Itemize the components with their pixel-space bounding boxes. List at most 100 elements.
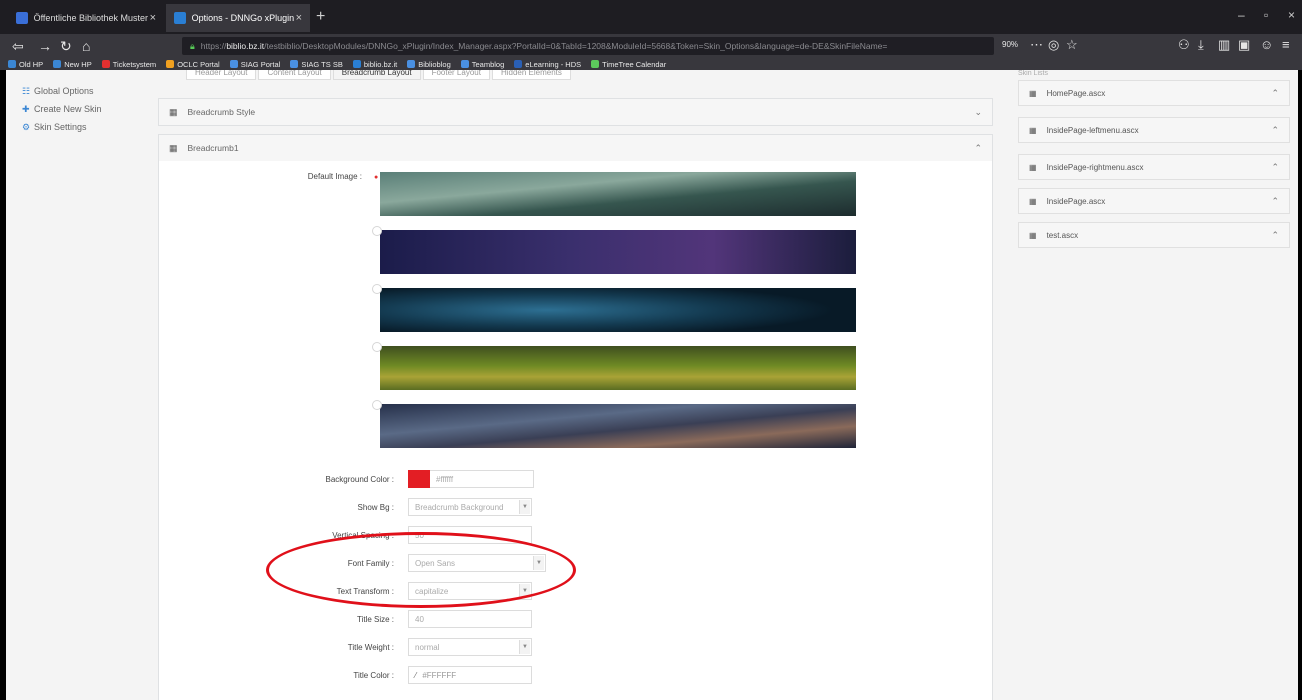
file-icon: ▦ <box>1029 196 1037 206</box>
skin-file-item[interactable]: ▦ InsidePage-leftmenu.ascx ⌃ <box>1018 117 1290 143</box>
browser-tab-bar: Öffentliche Bibliothek Muster × Options … <box>0 0 1302 34</box>
chevron-up-icon[interactable]: ⌃ <box>1271 230 1279 241</box>
menu-icon[interactable]: ≡ <box>1282 37 1290 52</box>
show-bg-label: Show Bg : <box>357 502 394 512</box>
address-bar[interactable]: 🔒︎ https:// biblio.bz.it /testbiblio/Des… <box>182 37 994 55</box>
download-icon[interactable]: ⤓ <box>1198 37 1204 53</box>
browser-tab-options[interactable]: Options - DNNGo xPlugin - xF × <box>166 4 310 32</box>
show-bg-row: Show Bg : Breadcrumb Background ▼ <box>298 498 532 516</box>
home-icon[interactable]: ⌂ <box>82 37 90 55</box>
bg-image-option-3[interactable] <box>372 284 856 332</box>
bg-image-radio[interactable] <box>372 400 382 410</box>
title-color-input[interactable]: ⁄ #FFFFFF <box>408 666 532 684</box>
bookmark-item[interactable]: TimeTree Calendar <box>591 60 666 69</box>
bookmark-label: Teamblog <box>471 59 505 69</box>
chevron-up-icon[interactable]: ⌃ <box>1271 162 1279 173</box>
chevron-up-icon[interactable]: ⌃ <box>1271 125 1279 136</box>
pocket-icon[interactable]: ◎ <box>1048 37 1059 53</box>
page-actions-icon[interactable]: ⋯ <box>1030 37 1043 53</box>
bookmark-item[interactable]: New HP <box>53 60 92 69</box>
chevron-down-icon[interactable]: ▼ <box>519 640 530 654</box>
bookmark-item[interactable]: SIAG TS SB <box>290 60 343 69</box>
tab-content-layout[interactable]: Content Layout <box>258 70 331 80</box>
bg-image-radio[interactable] <box>372 284 382 294</box>
tab-footer-layout[interactable]: Footer Layout <box>422 70 490 80</box>
bookmark-item[interactable]: Teamblog <box>460 59 505 69</box>
file-icon: ▦ <box>1029 88 1037 98</box>
chevron-down-icon[interactable]: ▼ <box>519 584 530 598</box>
chevron-down-icon[interactable]: ▼ <box>533 556 544 570</box>
new-tab-button[interactable]: + <box>316 8 325 26</box>
default-image-label: Default Image : <box>307 172 362 181</box>
extension-icon[interactable]: ⚇ <box>1178 37 1190 53</box>
zoom-level[interactable]: 90% <box>1002 40 1018 49</box>
tab-header-layout[interactable]: Header Layout <box>186 70 257 80</box>
background-color-input[interactable]: #ffffff <box>430 470 534 488</box>
breadcrumb1-header[interactable]: ▦ Breadcrumb1 ⌃ <box>159 135 992 161</box>
chevron-up-icon[interactable]: ⌃ <box>1271 196 1279 207</box>
skin-file-item[interactable]: ▦ InsidePage-rightmenu.ascx ⌃ <box>1018 154 1290 180</box>
chevron-up-icon[interactable]: ⌃ <box>1271 88 1279 99</box>
bookmark-item[interactable]: Biblioblog <box>407 60 451 69</box>
browser-tab-label: Options - DNNGo xPlugin - xF <box>191 13 296 23</box>
selected-marker-icon[interactable]: ● <box>374 174 378 181</box>
title-weight-value: normal <box>415 642 440 652</box>
bookmark-star-icon[interactable]: ☆ <box>1066 37 1078 53</box>
skin-list-header: Skin Lists <box>1018 70 1048 77</box>
sidebar-item-skin-settings[interactable]: ⚙ Skin Settings <box>22 118 102 136</box>
chevron-down-icon[interactable]: ▼ <box>519 500 530 514</box>
bg-image-option-4[interactable] <box>372 342 856 390</box>
bookmark-item[interactable]: OCLC Portal <box>166 60 220 69</box>
minimize-window-button[interactable]: – <box>1238 8 1245 22</box>
panel-title: Breadcrumb1 <box>187 143 239 153</box>
bookmark-item[interactable]: Old HP <box>8 60 43 69</box>
bookmark-item[interactable]: SIAG Portal <box>229 60 280 69</box>
bg-image-option-1[interactable]: ● <box>374 172 856 216</box>
chevron-down-icon[interactable]: ⌄ <box>974 107 982 118</box>
bookmark-favicon-icon <box>290 60 299 68</box>
browser-tab-label: Öffentliche Bibliothek Muster <box>33 13 148 23</box>
account-icon[interactable]: ☺ <box>1260 37 1273 52</box>
url-host: biblio.bz.it <box>226 41 265 51</box>
back-arrow-icon[interactable]: ⇦ <box>12 37 24 55</box>
bg-image-radio[interactable] <box>372 342 382 352</box>
bookmark-item[interactable]: eLearning - HDS <box>514 60 581 69</box>
reload-icon[interactable]: ↻ <box>60 37 72 55</box>
maximize-window-button[interactable]: ▫ <box>1264 8 1268 22</box>
bookmark-item[interactable]: Ticketsystem <box>101 60 156 69</box>
tab-breadcrumb-layout[interactable]: Breadcrumb Layout <box>332 70 421 80</box>
bg-image-option-5[interactable] <box>372 400 856 448</box>
sidebar-item-create-new-skin[interactable]: ✚ Create New Skin <box>22 100 102 118</box>
bg-image-radio[interactable] <box>372 226 382 236</box>
close-window-button[interactable]: × <box>1288 8 1295 22</box>
background-color-swatch[interactable] <box>408 470 430 488</box>
title-size-input[interactable]: 40 <box>408 610 532 628</box>
browser-tab-library[interactable]: Öffentliche Bibliothek Muster × <box>8 4 164 32</box>
sidebar-item-label: Skin Settings <box>34 122 87 132</box>
text-transform-select[interactable]: capitalize ▼ <box>408 582 532 600</box>
title-weight-select[interactable]: normal ▼ <box>408 638 532 656</box>
text-transform-row: Text Transform : capitalize ▼ <box>298 582 532 600</box>
bookmark-label: Old HP <box>19 59 44 69</box>
tab-hidden-elements[interactable]: Hidden Elements <box>491 70 571 80</box>
skin-file-item[interactable]: ▦ HomePage.ascx ⌃ <box>1018 80 1290 106</box>
library-icon[interactable]: ▥ <box>1218 37 1230 53</box>
bg-image-option-2[interactable] <box>372 226 856 274</box>
breadcrumb-style-header[interactable]: ▦ Breadcrumb Style ⌄ <box>159 99 992 125</box>
close-tab-icon[interactable]: × <box>296 12 302 24</box>
font-family-select[interactable]: Open Sans ▼ <box>408 554 546 572</box>
close-tab-icon[interactable]: × <box>150 12 156 24</box>
vertical-spacing-input[interactable]: 50 <box>408 526 532 544</box>
skin-file-item[interactable]: ▦ InsidePage.ascx ⌃ <box>1018 188 1290 214</box>
show-bg-select[interactable]: Breadcrumb Background ▼ <box>408 498 532 516</box>
side-navigation: ☷ Global Options ✚ Create New Skin ⚙ Ski… <box>22 82 102 136</box>
color-picker-icon[interactable]: ⁄ <box>415 671 416 680</box>
forward-arrow-icon[interactable]: → <box>38 37 52 55</box>
sidebar-icon[interactable]: ▣ <box>1238 37 1250 53</box>
skin-file-item[interactable]: ▦ test.ascx ⌃ <box>1018 222 1290 248</box>
sidebar-item-global-options[interactable]: ☷ Global Options <box>22 82 102 100</box>
bookmark-item[interactable]: biblio.bz.it <box>352 60 397 69</box>
chevron-up-icon[interactable]: ⌃ <box>974 143 982 154</box>
font-family-value: Open Sans <box>415 558 456 568</box>
bookmark-label: eLearning - HDS <box>525 59 582 69</box>
